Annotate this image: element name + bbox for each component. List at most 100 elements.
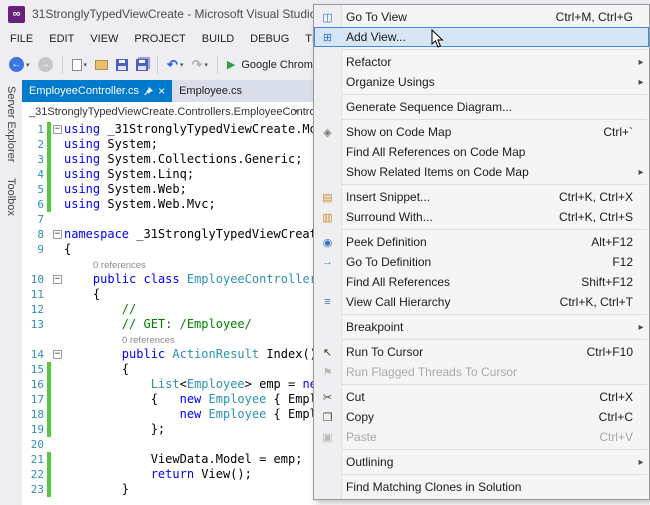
menu-item-shortcut: Ctrl+K, Ctrl+S xyxy=(558,210,633,224)
context-menu-item-refactor[interactable]: Refactor ▸ xyxy=(314,52,649,72)
fold-margin[interactable]: − xyxy=(51,122,64,137)
line-number: 2 xyxy=(37,138,44,151)
menu-item-shortcut: Ctrl+` xyxy=(603,125,633,139)
context-menu-item-insert-snippet[interactable]: ▤ Insert Snippet... Ctrl+K, Ctrl+X xyxy=(314,187,649,207)
line-number: 11 xyxy=(30,288,44,301)
new-file-button[interactable]: ▾ xyxy=(69,57,91,73)
menu-separator xyxy=(342,94,647,95)
menu-item-label: Refactor xyxy=(346,55,392,69)
new-file-icon xyxy=(71,58,82,71)
menu-item-label: View Call Hierarchy xyxy=(346,295,451,309)
menubar-item-debug[interactable]: DEBUG xyxy=(242,33,297,45)
menu-item-label: Cut xyxy=(346,390,365,404)
toolbar-separator xyxy=(61,55,63,74)
side-tab-server-explorer[interactable]: Server Explorer xyxy=(5,86,17,162)
context-menu-item-run-to-cursor[interactable]: ↖ Run To Cursor Ctrl+F10 xyxy=(314,342,649,362)
fold-margin xyxy=(51,407,64,422)
navigate-forward-button[interactable]: → xyxy=(35,55,56,74)
menubar-item-file[interactable]: FILE xyxy=(2,33,41,45)
fold-margin xyxy=(51,422,64,437)
fold-collapse-icon[interactable]: − xyxy=(53,230,62,239)
save-icon xyxy=(116,58,129,71)
context-menu-item-show-related-items-on-code-map[interactable]: Show Related Items on Code Map ▸ xyxy=(314,162,649,182)
navigate-back-button[interactable]: ← ▾ xyxy=(6,55,33,74)
forward-arrow-icon: → xyxy=(37,57,53,72)
fold-margin xyxy=(51,257,64,272)
undo-button[interactable]: ↶ ▾ xyxy=(164,56,186,73)
fold-margin xyxy=(51,287,64,302)
close-icon[interactable]: × xyxy=(158,85,165,97)
menubar-item-project[interactable]: PROJECT xyxy=(126,33,193,45)
context-menu-item-breakpoint[interactable]: Breakpoint ▸ xyxy=(314,317,649,337)
menu-item-shortcut: Ctrl+F10 xyxy=(586,345,633,359)
menu-separator xyxy=(342,49,647,50)
line-number: 18 xyxy=(30,408,44,421)
menu-item-shortcut: Shift+F12 xyxy=(581,275,633,289)
submenu-arrow-icon: ▸ xyxy=(638,166,644,178)
menu-item-label: Show on Code Map xyxy=(346,125,452,139)
tab-employee-cs[interactable]: Employee.cs xyxy=(172,80,249,102)
fold-margin[interactable]: − xyxy=(51,347,64,362)
context-menu-item-copy[interactable]: ❐ Copy Ctrl+C xyxy=(314,407,649,427)
menu-separator xyxy=(342,339,647,340)
fold-margin xyxy=(51,482,64,497)
start-debugging-button[interactable]: ▶ Google Chrome xyxy=(224,56,322,73)
menu-separator xyxy=(342,384,647,385)
go-to-view-icon: ◫ xyxy=(322,11,333,24)
side-tab-toolbox[interactable]: Toolbox xyxy=(5,178,17,216)
codelens-references-link[interactable]: 0 references xyxy=(64,258,146,272)
menu-item-shortcut: Ctrl+K, Ctrl+T xyxy=(559,295,633,309)
menu-separator xyxy=(342,184,647,185)
fold-collapse-icon[interactable]: − xyxy=(53,125,62,134)
context-menu-item-go-to-view[interactable]: ◫ Go To View Ctrl+M, Ctrl+G xyxy=(314,7,649,27)
menu-item-label: Outlining xyxy=(346,455,394,469)
context-menu-item-find-all-references-on-code-map[interactable]: Find All References on Code Map xyxy=(314,142,649,162)
line-number: 1 xyxy=(37,123,44,136)
menu-item-label: Find All References on Code Map xyxy=(346,145,526,159)
fold-margin xyxy=(51,242,64,257)
fold-margin[interactable]: − xyxy=(51,227,64,242)
menu-item-label: Surround With... xyxy=(346,210,433,224)
line-number: 5 xyxy=(37,183,44,196)
fold-collapse-icon[interactable]: − xyxy=(53,275,62,284)
redo-button[interactable]: ↷ ▾ xyxy=(188,56,210,73)
context-menu-item-show-on-code-map[interactable]: ◈ Show on Code Map Ctrl+` xyxy=(314,122,649,142)
fold-margin xyxy=(51,152,64,167)
fold-margin[interactable]: − xyxy=(51,272,64,287)
tab-label: Employee.cs xyxy=(179,85,243,97)
paste-icon: ▣ xyxy=(322,431,333,444)
breadcrumb-dropdown-icon[interactable]: ▾ xyxy=(294,107,298,116)
save-all-button[interactable] xyxy=(133,57,151,73)
context-menu-item-find-matching-clones-in-solution[interactable]: Find Matching Clones in Solution xyxy=(314,477,649,497)
save-button[interactable] xyxy=(113,57,131,73)
menu-item-shortcut: Ctrl+M, Ctrl+G xyxy=(555,10,633,24)
codelens-references-link[interactable]: 0 references xyxy=(64,333,175,347)
fold-margin xyxy=(51,212,64,227)
context-menu-item-generate-sequence-diagram[interactable]: Generate Sequence Diagram... xyxy=(314,97,649,117)
fold-margin xyxy=(51,167,64,182)
breadcrumb-path: _31StronglyTypedViewCreate.Controllers.E… xyxy=(29,105,331,118)
menubar-item-edit[interactable]: EDIT xyxy=(41,33,82,45)
context-menu-item-find-all-references[interactable]: Find All References Shift+F12 xyxy=(314,272,649,292)
open-file-button[interactable] xyxy=(92,58,111,72)
context-menu-item-add-view[interactable]: ⊞ Add View... xyxy=(314,27,649,47)
context-menu-item-view-call-hierarchy[interactable]: ≡ View Call Hierarchy Ctrl+K, Ctrl+T xyxy=(314,292,649,312)
context-menu-item-peek-definition[interactable]: ◉ Peek Definition Alt+F12 xyxy=(314,232,649,252)
line-number: 7 xyxy=(37,213,44,226)
context-menu-item-cut[interactable]: ✂ Cut Ctrl+X xyxy=(314,387,649,407)
menu-item-label: Paste xyxy=(346,430,377,444)
tab-employeecontroller-cs[interactable]: EmployeeController.cs × xyxy=(22,80,173,102)
context-menu-item-outlining[interactable]: Outlining ▸ xyxy=(314,452,649,472)
fold-collapse-icon[interactable]: − xyxy=(53,350,62,359)
context-menu-item-go-to-definition[interactable]: → Go To Definition F12 xyxy=(314,252,649,272)
line-number: 19 xyxy=(30,423,44,436)
context-menu-item-surround-with[interactable]: ▥ Surround With... Ctrl+K, Ctrl+S xyxy=(314,207,649,227)
menu-item-label: Generate Sequence Diagram... xyxy=(346,100,513,114)
context-menu-item-organize-usings[interactable]: Organize Usings ▸ xyxy=(314,72,649,92)
menubar-item-build[interactable]: BUILD xyxy=(194,33,242,45)
fold-margin xyxy=(51,467,64,482)
call-hierarchy-icon: ≡ xyxy=(324,296,331,308)
browser-target-label: Google Chrome xyxy=(241,58,319,71)
menubar-item-view[interactable]: VIEW xyxy=(82,33,126,45)
pin-icon[interactable] xyxy=(144,86,154,96)
